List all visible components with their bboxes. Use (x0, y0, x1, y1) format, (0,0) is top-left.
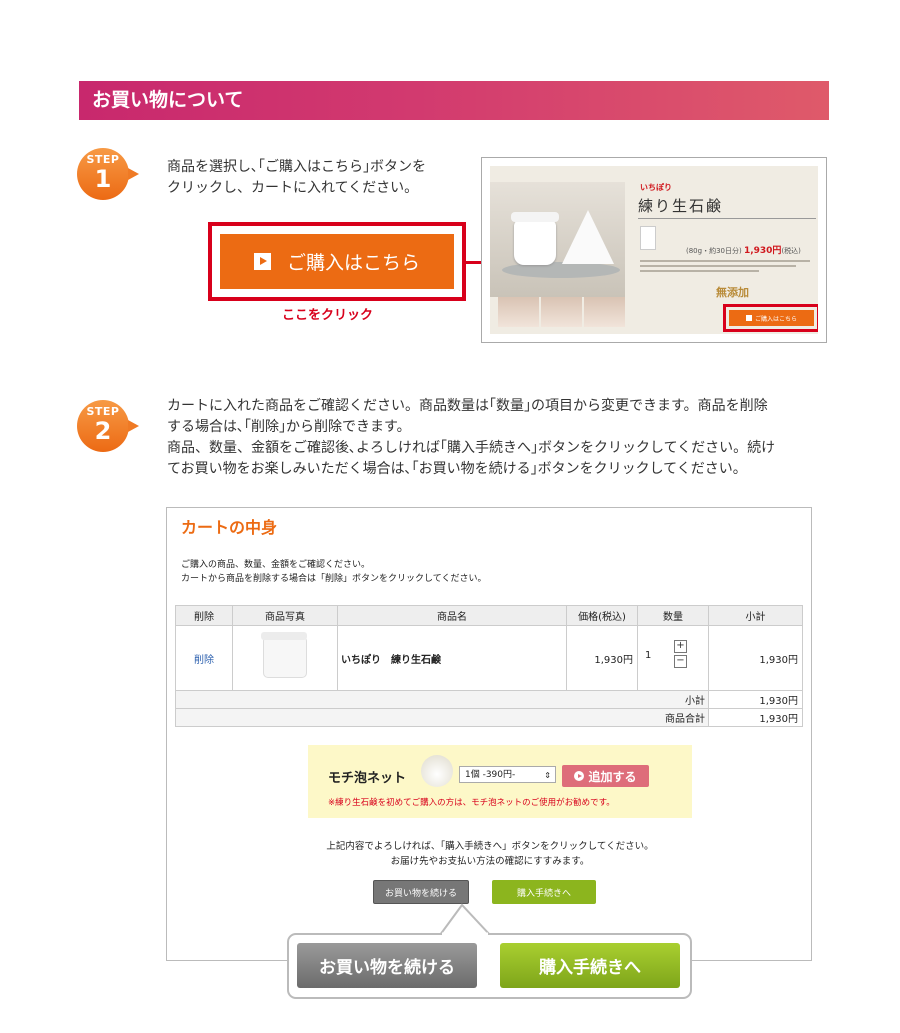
checkout-button[interactable]: 購入手続きへ (500, 943, 680, 988)
callout-pointer-cover (442, 932, 488, 936)
continue-shopping-button[interactable]: お買い物を続ける (297, 943, 477, 988)
